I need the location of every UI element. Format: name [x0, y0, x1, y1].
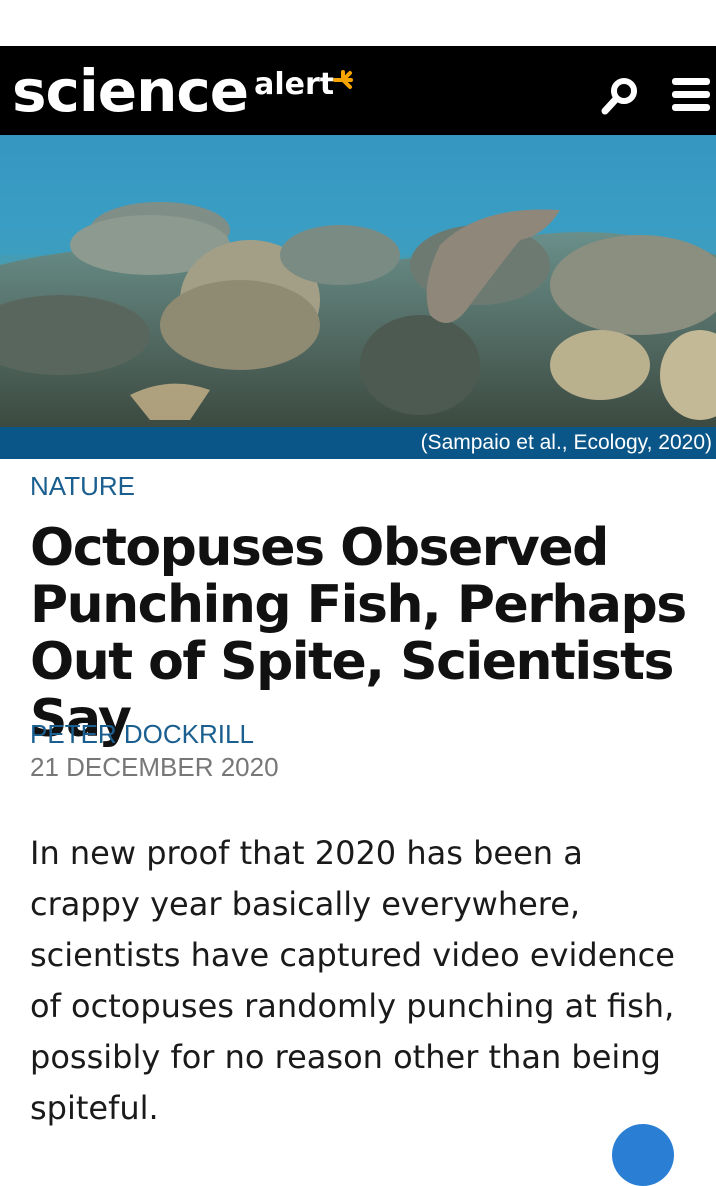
hero-image: [0, 135, 716, 427]
coral-reef-scene: [0, 135, 716, 427]
logo-alert-text: alert: [254, 67, 335, 102]
article-headline: Octopuses Observed Punching Fish, Perhap…: [30, 518, 687, 749]
search-icon: [601, 78, 637, 115]
article-category[interactable]: NATURE: [30, 470, 135, 502]
floating-action-button[interactable]: [612, 1124, 674, 1186]
article-date: 21 DECEMBER 2020: [30, 752, 279, 782]
logo-science-text: science: [12, 57, 249, 125]
article-author[interactable]: PETER DOCKRILL: [30, 718, 254, 750]
menu-button[interactable]: [672, 78, 710, 112]
image-caption-bar: (Sampaio et al., Ecology, 2020): [0, 427, 716, 459]
logo-burst-icon: [333, 70, 353, 89]
search-button[interactable]: [600, 76, 640, 116]
hamburger-menu-icon: [672, 78, 710, 85]
image-caption: (Sampaio et al., Ecology, 2020): [420, 431, 712, 454]
site-logo[interactable]: science alert: [12, 56, 334, 126]
article-lead-paragraph: In new proof that 2020 has been a crappy…: [30, 834, 675, 1127]
site-header: science alert: [0, 46, 716, 135]
